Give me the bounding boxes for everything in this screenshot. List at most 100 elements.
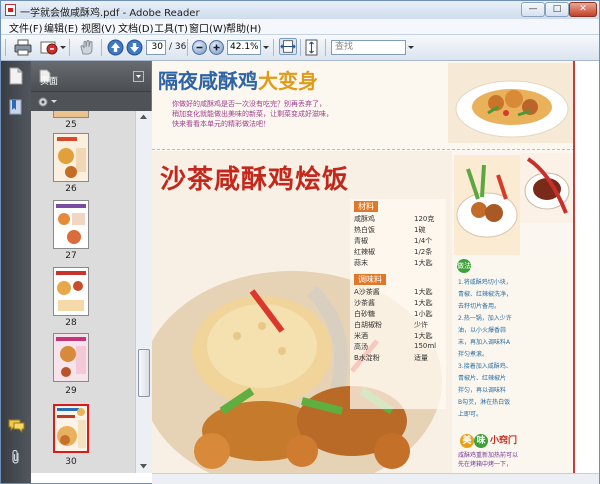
- close-button[interactable]: ✕: [569, 2, 597, 17]
- method-step: 1.将咸酥鸡切小块，: [458, 279, 512, 286]
- pages-panel-icon[interactable]: [9, 67, 23, 85]
- chevron-down-icon[interactable]: [59, 39, 67, 56]
- method-step: 拌匀煮滚。: [458, 351, 489, 358]
- method-step: B勾芡，淋在热白饭: [458, 399, 511, 406]
- ingredient-name: 蒜末: [354, 259, 368, 267]
- chevron-down-icon[interactable]: [406, 39, 416, 56]
- intro-line: 你做好的咸酥鸡是否一次没有吃完？别再丢弃了，: [172, 100, 326, 108]
- print-icon[interactable]: [13, 39, 33, 56]
- zoom-in-icon[interactable]: [209, 40, 224, 55]
- seasoning-name: 白胡椒粉: [354, 321, 382, 329]
- menu-view[interactable]: 视图(V): [81, 20, 116, 35]
- ingredient-amount: 1/4个: [414, 237, 433, 245]
- email-icon[interactable]: [39, 39, 59, 56]
- toolbar-separator: [325, 39, 326, 56]
- method-step: 青椒片、红辣椒片: [458, 375, 507, 382]
- method-step: 油，以小火爆香蒜: [458, 327, 507, 334]
- pages-panel: 页面 25 26 27 28 29 30: [31, 61, 152, 473]
- minimize-button[interactable]: —: [521, 2, 545, 17]
- navigation-bar: [1, 61, 31, 483]
- page-thumbnail[interactable]: [53, 111, 89, 118]
- section-divider: [152, 149, 575, 150]
- bookmarks-icon[interactable]: [9, 99, 23, 115]
- toolbar: 30 / 36 42.1% 查找: [1, 35, 599, 61]
- menu-file[interactable]: 文件(F): [9, 20, 43, 35]
- tip-label-3: 小窍门: [490, 436, 518, 446]
- page-headline: 隔夜咸酥鸡大变身: [158, 65, 318, 94]
- ingredient-amount: 1大匙: [414, 259, 433, 267]
- document-horizontal-scrollbar[interactable]: [152, 473, 599, 484]
- ingredient-amount: 120克: [414, 215, 435, 223]
- comments-icon[interactable]: [8, 419, 25, 433]
- page-thumbnail[interactable]: [53, 133, 89, 182]
- menu-help[interactable]: 帮助(H): [226, 20, 261, 35]
- previous-page-icon[interactable]: [107, 39, 124, 56]
- method-step: 末，再加入调味料A: [458, 339, 511, 346]
- tip-text: 咸酥鸡重新加热前可以 先在烤箱中烤一下，: [458, 451, 518, 469]
- page-thumbnail[interactable]: [53, 267, 89, 316]
- menu-document[interactable]: 文档(D): [118, 20, 154, 35]
- toolbar-separator: [187, 39, 188, 56]
- thumbnail-scrollbar[interactable]: [135, 111, 152, 473]
- tip-label-1: 美: [460, 434, 474, 448]
- thumbnail-label: 26: [65, 184, 77, 194]
- maximize-button[interactable]: □: [545, 2, 569, 17]
- ingredient-amount: 1/2条: [414, 248, 433, 256]
- food-photo-top: [448, 63, 574, 143]
- scroll-up-icon[interactable]: [139, 113, 148, 120]
- side-food-photo: [454, 155, 520, 255]
- ingredients-header: 材料: [354, 201, 378, 212]
- seasoning-name: 沙茶酱: [354, 299, 375, 307]
- page-thumbnail-selected[interactable]: [53, 404, 89, 453]
- seasoning-amount: 1大匙: [414, 299, 433, 307]
- page-total: / 36: [169, 42, 187, 52]
- next-page-icon[interactable]: [126, 39, 143, 56]
- toolbar-separator: [69, 39, 70, 56]
- menu-edit[interactable]: 编辑(E): [44, 20, 78, 35]
- menu-window[interactable]: 窗口(W): [189, 20, 227, 35]
- tip-title: 美味小窍门: [460, 433, 517, 448]
- attachment-icon[interactable]: [10, 449, 22, 465]
- ingredient-name: 热白饭: [354, 226, 375, 234]
- toolbar-grip: [5, 39, 6, 56]
- panel-options-button[interactable]: [133, 71, 144, 82]
- dipping-sauce-photo: [520, 153, 574, 223]
- page-thumbnail[interactable]: [53, 333, 89, 382]
- thumbnail-label: 30: [65, 457, 77, 467]
- method-step: 上即可。: [458, 411, 483, 418]
- title-bar: 一学就会做咸酥鸡.pdf - Adobe Reader — □ ✕: [1, 1, 599, 19]
- scroll-down-icon[interactable]: [139, 463, 148, 470]
- hand-tool-icon[interactable]: [77, 39, 97, 56]
- zoom-out-icon[interactable]: [192, 40, 207, 55]
- thumbnail-label: 27: [65, 251, 77, 261]
- page-number-input[interactable]: 30: [146, 40, 166, 55]
- chevron-down-icon[interactable]: [262, 39, 270, 56]
- menu-tools[interactable]: 工具(T): [154, 20, 188, 35]
- pages-panel-title: 页面: [40, 77, 59, 87]
- menu-bar: 文件(F) 编辑(E) 视图(V) 文档(D) 工具(T) 窗口(W) 帮助(H…: [1, 19, 599, 35]
- document-margin: [575, 61, 599, 473]
- scrollbar-thumb[interactable]: [138, 349, 150, 397]
- thumbnail-label: 29: [65, 386, 77, 396]
- thumbnail-list[interactable]: 25 26 27 28 29 30: [31, 111, 135, 473]
- pages-panel-header: 页面: [31, 61, 151, 91]
- ingredient-name: 咸酥鸡: [354, 215, 375, 223]
- headline-part1: 隔夜咸酥鸡: [158, 69, 258, 93]
- seasoning-amount: 150ml: [414, 342, 437, 350]
- fit-width-icon[interactable]: [278, 38, 298, 55]
- zoom-level-input[interactable]: 42.1%: [227, 40, 261, 55]
- page-thumbnail[interactable]: [53, 200, 89, 249]
- options-gear-icon[interactable]: [37, 95, 59, 109]
- pdf-file-icon: [5, 4, 16, 16]
- seasoning-amount: 少许: [414, 321, 428, 329]
- fit-page-icon[interactable]: [305, 39, 319, 56]
- method-step: 青椒、红辣椒洗净，: [458, 291, 513, 298]
- seasoning-amount: 适量: [414, 354, 428, 362]
- seasoning-name: A沙茶酱: [354, 288, 380, 296]
- workspace: 页面 25 26 27 28 29 30 隔夜咸酥鸡大变身 你做好的咸酥鸡是否一…: [1, 61, 599, 484]
- method-step: 3.接着加入咸酥鸡、: [458, 363, 512, 370]
- thumbnail-label: 25: [65, 120, 77, 130]
- document-page[interactable]: 隔夜咸酥鸡大变身 你做好的咸酥鸡是否一次没有吃完？别再丢弃了， 稍加变化就能做出…: [152, 61, 575, 473]
- headline-part2: 大变身: [258, 69, 318, 93]
- search-input[interactable]: 查找: [331, 40, 406, 55]
